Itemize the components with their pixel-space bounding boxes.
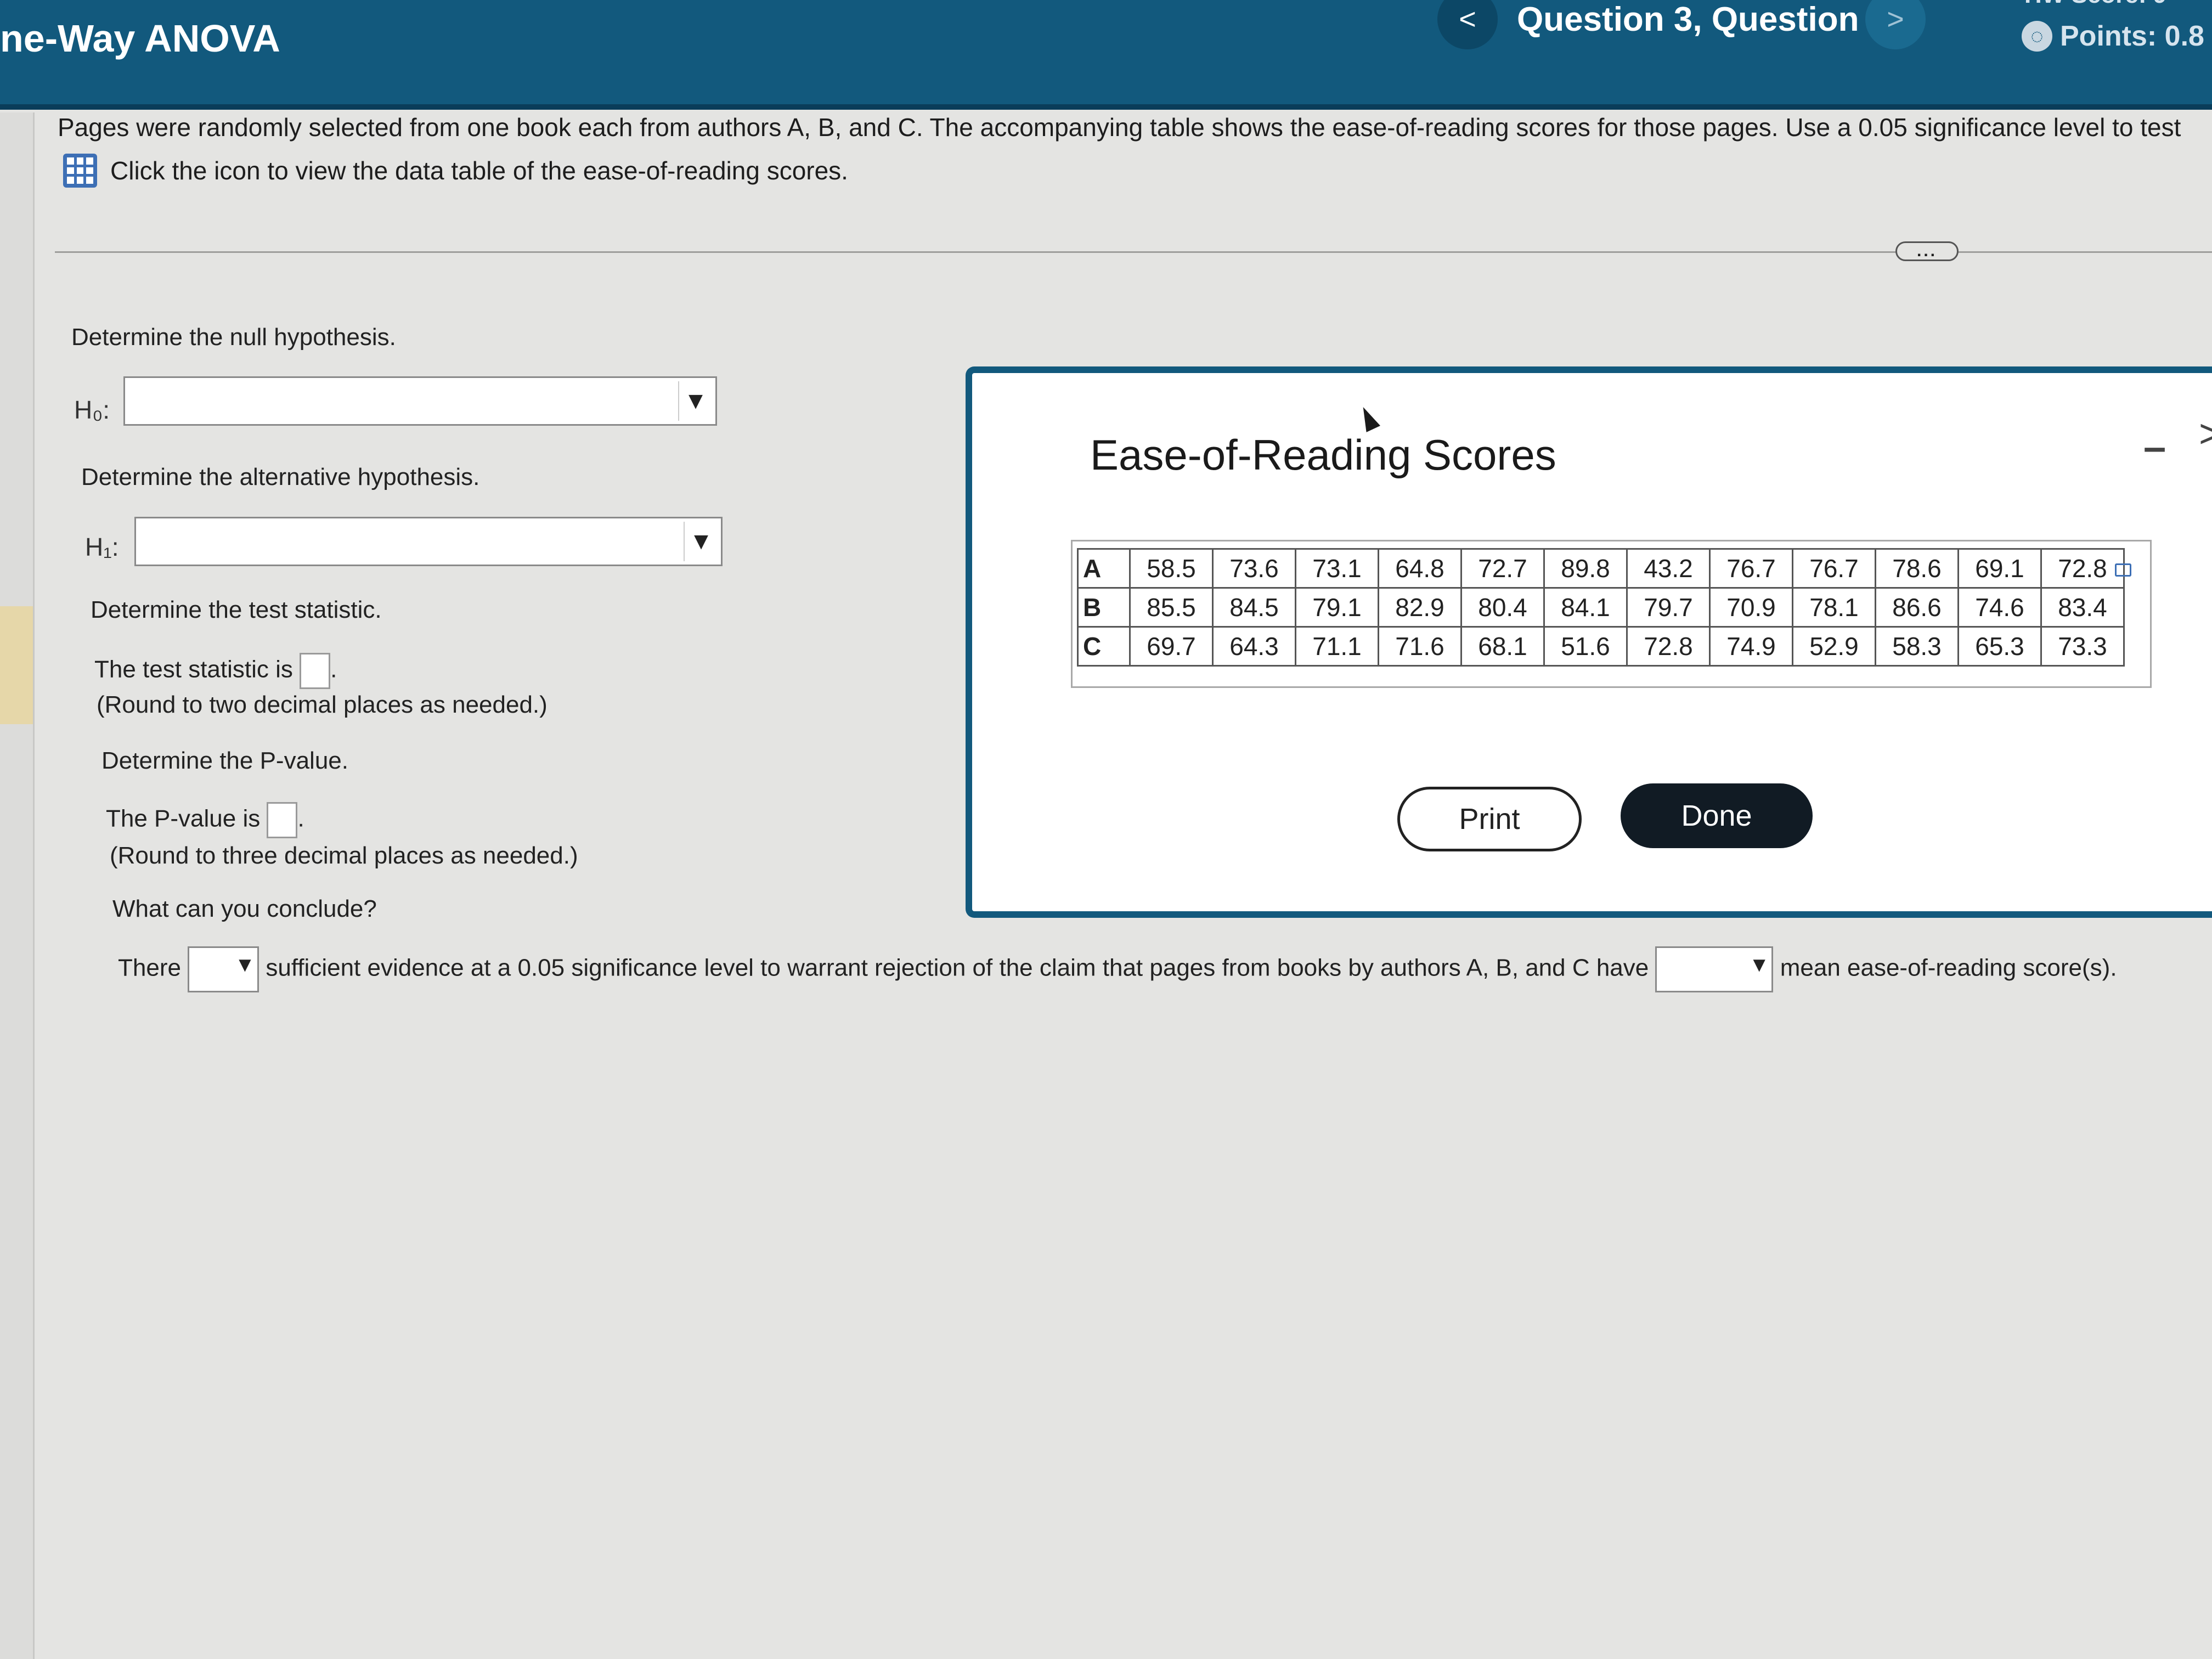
table-row: A 58.5 73.6 73.1 64.8 72.7 89.8 43.2 76.7 76.7 78.…	[1077, 548, 2125, 589]
table-cell: 84.5	[1212, 587, 1296, 628]
p-value-prompt: Determine the P-value.	[101, 747, 348, 774]
p-value-line: The P-value is .	[106, 802, 304, 838]
dropdown-arrow-icon: ▼	[678, 381, 712, 421]
chevron-right-icon: >	[1887, 3, 1904, 36]
previous-question-button[interactable]: <	[1437, 0, 1498, 49]
header-bar: ne-Way ANOVA < Question 3, Question > HW…	[0, 0, 2212, 110]
table-cell: 84.1	[1543, 587, 1628, 628]
minimize-icon[interactable]: –	[2143, 424, 2166, 470]
table-cell: 82.9	[1378, 587, 1462, 628]
table-cell: 58.5	[1129, 548, 1214, 589]
table-cell: 76.7	[1792, 548, 1876, 589]
test-statistic-input[interactable]	[300, 653, 331, 689]
gutter-highlight	[0, 606, 33, 724]
dropdown-arrow-icon: ▼	[234, 953, 256, 977]
table-cell: 79.1	[1295, 587, 1379, 628]
h1-label: H₁:	[85, 533, 119, 561]
table-cell: 76.7	[1709, 548, 1793, 589]
table-cell: 78.6	[1875, 548, 1959, 589]
row-label: C	[1077, 626, 1131, 667]
data-table-link-text: Click the icon to view the data table of…	[110, 156, 848, 185]
table-cell: 58.3	[1875, 626, 1959, 667]
data-table-link[interactable]: Click the icon to view the data table of…	[63, 154, 848, 188]
p-value-rounding: (Round to three decimal places as needed…	[110, 842, 578, 869]
row-label: B	[1077, 587, 1131, 628]
table-cell: 78.1	[1792, 587, 1876, 628]
table-row: C 69.7 64.3 71.1 71.6 68.1 51.6 72.8 74.9 52.9 58.…	[1077, 626, 2125, 667]
test-statistic-line: The test statistic is .	[94, 653, 337, 689]
section-divider	[55, 251, 2212, 253]
alt-hypothesis-prompt: Determine the alternative hypothesis.	[81, 464, 480, 490]
table-cell: 73.3	[2040, 626, 2125, 667]
table-cell: 89.8	[1543, 548, 1628, 589]
table-cell: 72.8	[1626, 626, 1711, 667]
table-cell: 83.4	[2040, 587, 2125, 628]
app-title: ne-Way ANOVA	[0, 17, 280, 60]
done-button[interactable]: Done	[1621, 783, 1813, 848]
table-cell: 71.6	[1378, 626, 1462, 667]
dropdown-arrow-icon: ▼	[684, 522, 718, 561]
row-label: A	[1077, 548, 1131, 589]
data-table-dialog: Ease-of-Reading Scores – > A 58.5 73.6 73.1…	[966, 366, 2212, 918]
table-cell: 71.1	[1295, 626, 1379, 667]
test-statistic-text: The test statistic is	[94, 656, 293, 683]
test-statistic-prompt: Determine the test statistic.	[91, 596, 382, 623]
table-cell: 64.8	[1378, 548, 1462, 589]
points-display: ◌ Points: 0.8	[2022, 20, 2204, 53]
table-cell: 72.8	[2040, 548, 2125, 589]
table-cell: 43.2	[1626, 548, 1711, 589]
table-row: B 85.5 84.5 79.1 82.9 80.4 84.1 79.7 70.9 78.1 86.…	[1077, 587, 2125, 628]
scores-table-frame: A 58.5 73.6 73.1 64.8 72.7 89.8 43.2 76.7 76.7 78.…	[1071, 540, 2152, 688]
conclusion-middle: sufficient evidence at a 0.05 significan…	[266, 954, 1649, 981]
p-value-text: The P-value is	[106, 805, 261, 832]
data-table-icon[interactable]	[63, 154, 97, 188]
table-cell: 70.9	[1709, 587, 1793, 628]
table-cell: 74.6	[1957, 587, 2042, 628]
scores-table: A 58.5 73.6 73.1 64.8 72.7 89.8 43.2 76.7 76.7 78.…	[1077, 548, 2125, 667]
hw-score: HW Score: 9	[2024, 0, 2166, 9]
test-statistic-rounding: (Round to two decimal places as needed.)	[97, 691, 548, 718]
table-cell: 73.6	[1212, 548, 1296, 589]
table-cell: 68.1	[1460, 626, 1545, 667]
table-cell: 86.6	[1875, 587, 1959, 628]
table-cell: 69.7	[1129, 626, 1214, 667]
more-options-button[interactable]: ...	[1895, 241, 1959, 261]
close-icon[interactable]: >	[2199, 411, 2212, 456]
question-intro: Pages were randomly selected from one bo…	[58, 113, 2181, 142]
copy-table-icon[interactable]	[2115, 563, 2131, 577]
table-cell: 64.3	[1212, 626, 1296, 667]
table-cell: 79.7	[1626, 587, 1711, 628]
question-nav-title: Question 3, Question	[1517, 1, 1859, 38]
conclusion-end: mean ease-of-reading score(s).	[1780, 954, 2117, 981]
h0-label: H₀:	[74, 396, 110, 424]
dialog-title: Ease-of-Reading Scores	[1090, 431, 1556, 479]
table-cell: 52.9	[1792, 626, 1876, 667]
table-cell: 74.9	[1709, 626, 1793, 667]
chevron-left-icon: <	[1459, 3, 1476, 36]
left-gutter	[0, 112, 35, 1659]
dropdown-arrow-icon: ▼	[1748, 953, 1770, 977]
null-hypothesis-prompt: Determine the null hypothesis.	[71, 324, 396, 351]
table-cell: 80.4	[1460, 587, 1545, 628]
next-question-button[interactable]: >	[1865, 0, 1926, 49]
means-select[interactable]: ▼	[1655, 946, 1774, 992]
evidence-select[interactable]: ▼	[188, 946, 259, 992]
conclusion-there: There	[118, 954, 181, 981]
conclusion-sentence: There ▼ sufficient evidence at a 0.05 si…	[118, 946, 2117, 992]
table-cell: 85.5	[1129, 587, 1214, 628]
alt-hypothesis-select[interactable]: ▼	[134, 517, 723, 566]
table-cell: 51.6	[1543, 626, 1628, 667]
p-value-input[interactable]	[267, 802, 298, 838]
points-label: Points: 0.8	[2060, 20, 2204, 52]
table-cell: 73.1	[1295, 548, 1379, 589]
null-hypothesis-select[interactable]: ▼	[123, 376, 717, 426]
print-button[interactable]: Print	[1397, 787, 1582, 851]
table-cell: 65.3	[1957, 626, 2042, 667]
conclusion-prompt: What can you conclude?	[112, 895, 377, 922]
table-cell: 69.1	[1957, 548, 2042, 589]
partial-credit-icon: ◌	[2022, 21, 2052, 52]
table-cell: 72.7	[1460, 548, 1545, 589]
